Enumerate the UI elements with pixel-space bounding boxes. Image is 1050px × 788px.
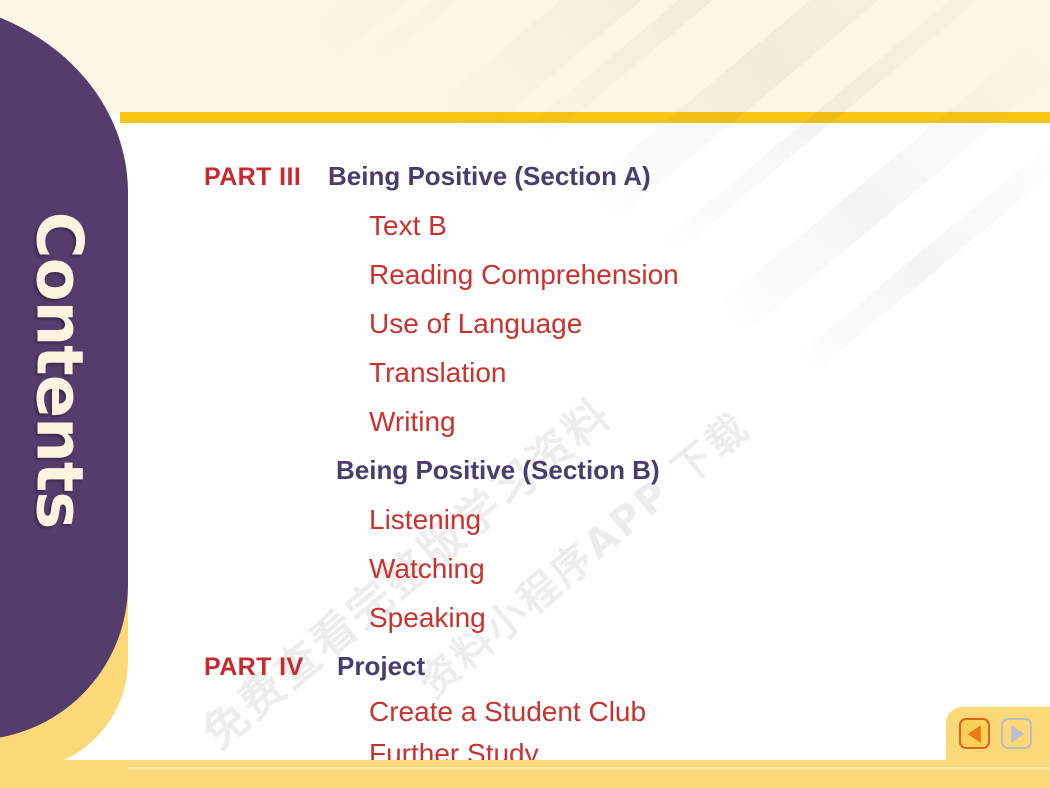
toc-row[interactable]: Use of Language <box>204 299 924 348</box>
toc-row[interactable]: Watching <box>204 544 924 593</box>
slide-navigation-tab <box>946 707 1050 760</box>
footer-gold-strip <box>0 760 1050 788</box>
toc-row[interactable]: Speaking <box>204 593 924 642</box>
toc-row[interactable]: Writing <box>204 397 924 446</box>
sidebar-title-text: Contents <box>21 211 95 529</box>
toc-item[interactable]: Translation <box>369 348 506 397</box>
section-heading[interactable]: Being Positive (Section A) <box>328 152 651 201</box>
toc-item[interactable]: Listening <box>369 495 481 544</box>
triangle-left-icon <box>967 724 981 743</box>
section-heading[interactable]: Project <box>337 642 425 691</box>
toc-item[interactable]: Watching <box>369 544 485 593</box>
presentation-slide: 免费查看完整版学习资料 资料小程序APP 下载 Contents PART II… <box>0 0 1050 788</box>
part-label: PART III <box>204 163 302 191</box>
toc-row[interactable]: Listening <box>204 495 924 544</box>
header-gold-rule <box>120 112 1050 123</box>
header-band <box>0 0 1050 113</box>
part-label: PART IV <box>204 653 304 681</box>
sidebar-title: Contents <box>0 0 128 740</box>
table-of-contents: PART III Being Positive (Section A) Text … <box>204 152 924 775</box>
toc-row[interactable]: PART III Being Positive (Section A) <box>204 152 924 201</box>
toc-row[interactable]: PART IV Project <box>204 642 924 691</box>
toc-item[interactable]: Use of Language <box>369 299 582 348</box>
toc-row[interactable]: Text B <box>204 201 924 250</box>
triangle-right-icon <box>1010 724 1024 743</box>
previous-slide-button[interactable] <box>959 718 990 749</box>
toc-item[interactable]: Text B <box>369 201 447 250</box>
toc-item[interactable]: Reading Comprehension <box>369 250 679 299</box>
sidebar-purple-band: Contents <box>0 0 128 740</box>
toc-row[interactable]: Translation <box>204 348 924 397</box>
toc-item[interactable]: Speaking <box>369 593 486 642</box>
next-slide-button[interactable] <box>1001 718 1032 749</box>
toc-row[interactable]: Being Positive (Section B) <box>204 446 924 495</box>
toc-row[interactable]: Create a Student Club <box>204 691 924 733</box>
toc-item[interactable]: Writing <box>369 397 456 446</box>
footer-gold-highlight <box>128 767 1050 770</box>
toc-row[interactable]: Reading Comprehension <box>204 250 924 299</box>
section-heading[interactable]: Being Positive (Section B) <box>336 446 660 495</box>
toc-item[interactable]: Create a Student Club <box>369 691 646 733</box>
